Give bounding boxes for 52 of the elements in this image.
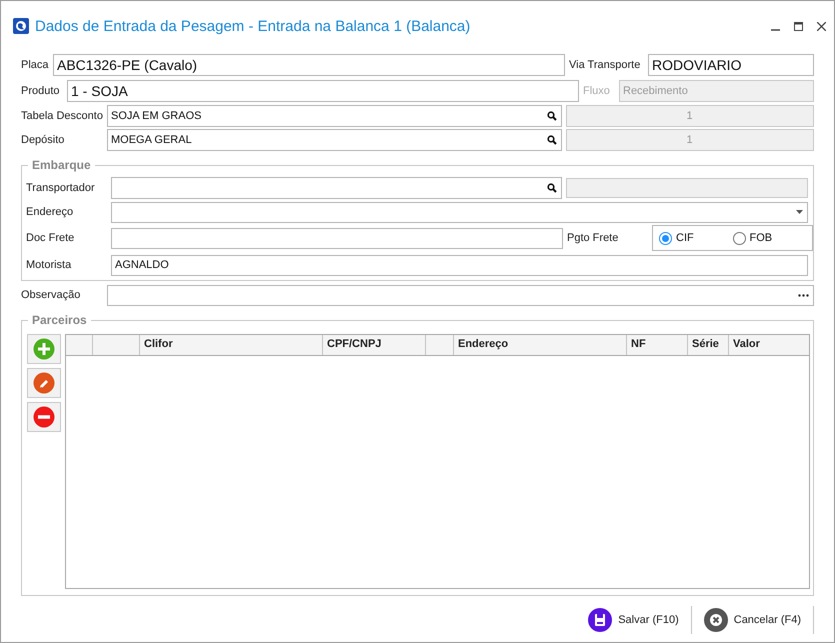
close-icon[interactable] <box>817 22 826 30</box>
remove-icon <box>33 406 55 428</box>
radio-option[interactable]: FOB <box>732 232 806 244</box>
input-field[interactable]: 1 - SOJA <box>67 80 579 102</box>
input-field[interactable]: RODOVIARIO <box>648 54 814 76</box>
input-field[interactable]: AGNALDO <box>111 254 808 276</box>
add-icon <box>33 338 55 360</box>
column-header[interactable]: Endereço <box>454 335 627 355</box>
column-header[interactable]: Valor <box>729 335 809 355</box>
field-label: Produto <box>21 85 61 97</box>
more-icon[interactable] <box>798 294 809 296</box>
field-label: Via Transporte <box>569 59 642 71</box>
field-label: Doc Frete <box>26 232 76 244</box>
group-title: Embarque <box>28 158 95 172</box>
floppy-disk-icon <box>588 608 612 632</box>
field-label: Endereço <box>26 206 74 218</box>
input-field[interactable] <box>111 228 563 248</box>
field-label: Pgto Frete <box>567 232 620 244</box>
field-label: Depósito <box>21 134 66 146</box>
window-title: Dados de Entrada da Pesagem - Entrada na Balanca 1 (Balanca) <box>35 18 472 34</box>
field-label: Motorista <box>26 259 72 271</box>
radio-option[interactable]: CIF <box>659 232 732 244</box>
search-field[interactable] <box>111 177 562 199</box>
remove-button[interactable] <box>27 402 61 432</box>
cancel-icon <box>704 608 728 632</box>
search-icon[interactable] <box>547 111 557 121</box>
memo-field[interactable] <box>107 284 814 306</box>
save-button[interactable]: Salvar (F10) <box>576 606 691 634</box>
edit-icon <box>33 372 55 394</box>
input-field[interactable]: ABC1326-PE (Cavalo) <box>53 54 565 76</box>
code-field: 1 <box>566 105 814 127</box>
field-label: Fluxo <box>583 85 611 97</box>
search-icon[interactable] <box>547 135 557 145</box>
field-label: Placa <box>21 59 49 71</box>
search-icon[interactable] <box>547 183 557 193</box>
search-field[interactable]: SOJA EM GRAOS <box>107 105 562 127</box>
field-label: Observação <box>21 289 82 301</box>
group-title: Parceiros <box>28 313 91 327</box>
dropdown-field[interactable] <box>111 202 808 222</box>
maximize-icon[interactable] <box>794 22 803 30</box>
add-button[interactable] <box>27 334 61 364</box>
column-header[interactable]: CPF/CNPJ <box>323 335 426 355</box>
search-field[interactable]: MOEGA GERAL <box>107 129 562 151</box>
edit-button[interactable] <box>27 368 61 398</box>
field-label: Tabela Desconto <box>21 110 103 122</box>
dropdown-caret-icon[interactable] <box>796 210 803 214</box>
cancel-button[interactable]: Cancelar (F4) <box>692 606 813 634</box>
code-field: 1 <box>566 129 814 151</box>
field-label: Transportador <box>26 182 96 194</box>
column-header[interactable]: Clifor <box>140 335 323 355</box>
column-header[interactable]: NF <box>627 335 688 355</box>
column-header[interactable]: Série <box>688 335 729 355</box>
